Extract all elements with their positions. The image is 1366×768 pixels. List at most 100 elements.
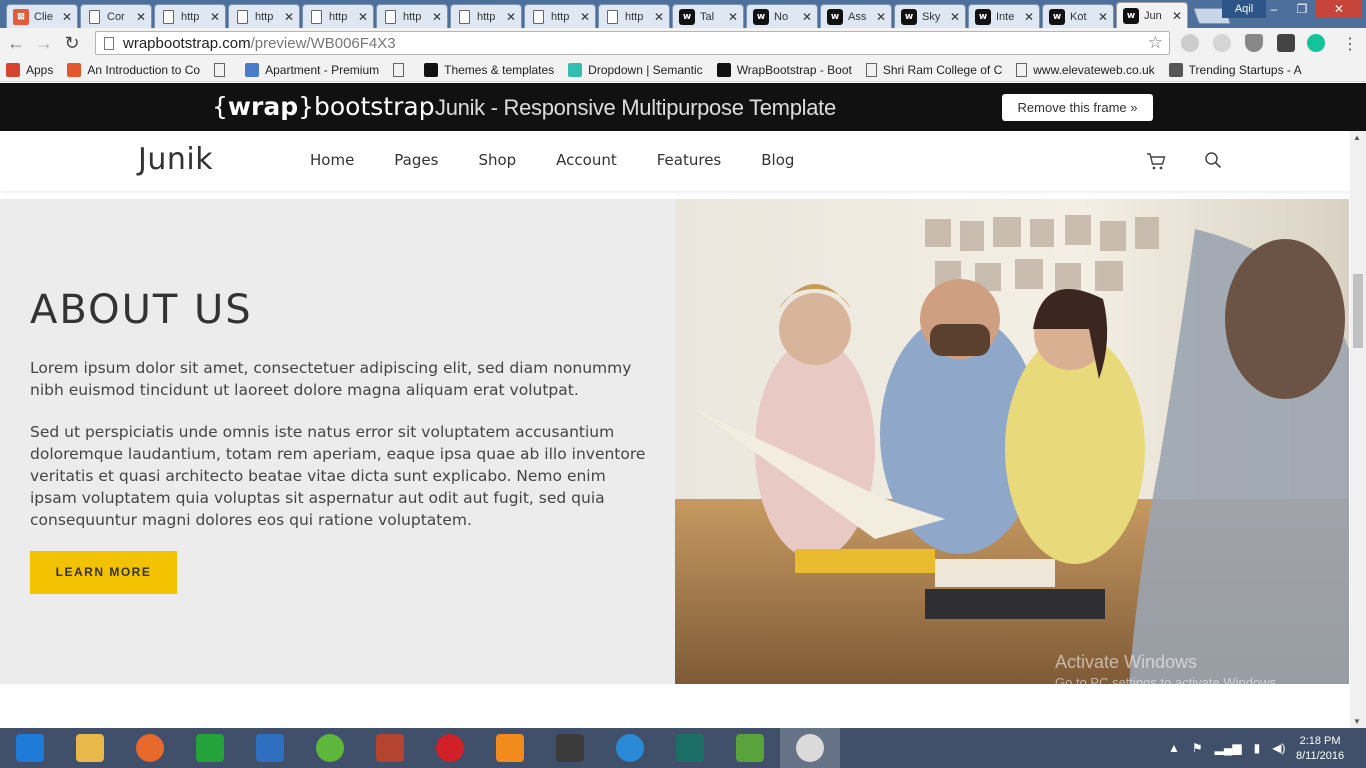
learn-more-button[interactable]: LEARN MORE [30, 551, 177, 594]
bookmark-item[interactable]: Trending Startups - A [1168, 62, 1302, 77]
bookmark-item[interactable]: Apartment - Premium [245, 62, 379, 77]
address-bar[interactable]: wrapbootstrap.com/preview/WB006F4X3 ☆ [95, 31, 1170, 55]
close-tab-icon[interactable]: ✕ [653, 10, 665, 24]
frog-app-icon[interactable] [300, 728, 360, 768]
close-tab-icon[interactable]: ✕ [431, 10, 443, 24]
browser-tab[interactable]: http ✕ [598, 4, 670, 28]
close-tab-icon[interactable]: ✕ [135, 10, 147, 24]
grammarly-icon[interactable] [1307, 34, 1325, 52]
file-explorer-icon[interactable] [60, 728, 120, 768]
firefox-icon[interactable] [120, 728, 180, 768]
search-icon[interactable] [1204, 151, 1222, 169]
opera-icon[interactable] [420, 728, 480, 768]
browser-tab[interactable]: http ✕ [228, 4, 300, 28]
nav-item-blog[interactable]: Blog [761, 151, 794, 169]
bookmark-item[interactable]: Apps [6, 62, 54, 77]
close-tab-icon[interactable]: ✕ [1023, 10, 1035, 24]
browser-tab[interactable]: http ✕ [376, 4, 448, 28]
close-tab-icon[interactable]: ✕ [505, 10, 517, 24]
battery-icon[interactable]: ▮ [1254, 741, 1261, 755]
browser-tab[interactable]: http ✕ [154, 4, 226, 28]
close-tab-icon[interactable]: ✕ [949, 10, 961, 24]
nav-item-account[interactable]: Account [556, 151, 617, 169]
store-icon[interactable] [180, 728, 240, 768]
browser-tab[interactable]: w Tal ✕ [672, 4, 744, 28]
menu-icon[interactable]: ⋮ [1342, 34, 1358, 54]
nav-item-pages[interactable]: Pages [394, 151, 438, 169]
restore-icon[interactable]: ❐ [1288, 0, 1316, 18]
scroll-down-icon[interactable]: ▼ [1353, 717, 1361, 726]
puzzle-icon[interactable] [1277, 34, 1295, 52]
signal-icon[interactable]: ▂▄▆ [1215, 741, 1242, 755]
clock[interactable]: 2:18 PM 8/11/2016 [1296, 734, 1344, 764]
flag-icon[interactable]: ⚑ [1192, 741, 1203, 755]
wrap-icon [424, 62, 439, 77]
close-tab-icon[interactable]: ✕ [801, 10, 813, 24]
close-tab-icon[interactable]: ✕ [1097, 10, 1109, 24]
browser-tab[interactable]: w No ✕ [746, 4, 818, 28]
bookmark-label: Shri Ram College of C [882, 62, 1003, 77]
bookmark-item[interactable] [214, 62, 231, 77]
extension-grey-icon[interactable] [1181, 34, 1199, 52]
sublime-icon[interactable] [540, 728, 600, 768]
email-icon[interactable] [240, 728, 300, 768]
close-tab-icon[interactable]: ✕ [875, 10, 887, 24]
cart-icon[interactable] [1146, 151, 1166, 171]
close-tab-icon[interactable]: ✕ [579, 10, 591, 24]
vlc-icon[interactable] [480, 728, 540, 768]
minimize-icon[interactable]: – [1260, 0, 1288, 18]
scroll-up-icon[interactable]: ▲ [1353, 133, 1361, 142]
bookmark-label: Apps [26, 62, 54, 77]
extension-grey-icon[interactable] [1213, 34, 1231, 52]
bookmark-label: An Introduction to Co [87, 62, 201, 77]
bookmark-star-icon[interactable]: ☆ [1148, 33, 1163, 53]
page-scrollbar[interactable]: ▲ ▼ [1350, 131, 1366, 728]
browser-tab[interactable]: http ✕ [524, 4, 596, 28]
shield-icon[interactable] [1245, 34, 1263, 52]
close-tab-icon[interactable]: ✕ [727, 10, 739, 24]
bookmark-item[interactable]: Dropdown | Semantic [568, 62, 703, 77]
forward-icon[interactable]: → [30, 33, 58, 54]
browser-tab[interactable]: w Jun ✕ [1116, 2, 1188, 28]
ie-icon[interactable] [600, 728, 660, 768]
chrome-icon[interactable] [780, 728, 840, 768]
browser-tab[interactable]: w Sky ✕ [894, 4, 966, 28]
browser-tab[interactable]: Cor ✕ [80, 4, 152, 28]
nav-item-features[interactable]: Features [657, 151, 722, 169]
close-tab-icon[interactable]: ✕ [283, 10, 295, 24]
bluestacks-icon[interactable] [720, 728, 780, 768]
wrapbootstrap-logo[interactable]: {wrap}bootstrap [212, 92, 435, 121]
browser-tab[interactable]: w Inte ✕ [968, 4, 1040, 28]
chevron-up-icon[interactable]: ▲ [1168, 741, 1180, 755]
browser-tab[interactable]: w Ass ✕ [820, 4, 892, 28]
bookmark-item[interactable]: Themes & templates [424, 62, 554, 77]
browser-tab[interactable]: http ✕ [450, 4, 522, 28]
scroll-thumb[interactable] [1353, 274, 1363, 348]
close-tab-icon[interactable]: ✕ [357, 10, 369, 24]
bookmark-item[interactable]: www.elevateweb.co.uk [1016, 62, 1155, 77]
bookmark-item[interactable] [393, 62, 410, 77]
browser-tab[interactable]: w Kot ✕ [1042, 4, 1114, 28]
bookmark-item[interactable]: WrapBootstrap - Boot [716, 62, 852, 77]
site-logo[interactable]: Junik [138, 142, 213, 177]
bookmark-label: WrapBootstrap - Boot [736, 62, 852, 77]
paint-icon[interactable] [360, 728, 420, 768]
browser-tab[interactable]: http ✕ [302, 4, 374, 28]
reload-icon[interactable]: ↻ [58, 33, 86, 54]
close-tab-icon[interactable]: ✕ [1171, 9, 1183, 23]
remove-frame-button[interactable]: Remove this frame » [1002, 94, 1153, 121]
nav-item-shop[interactable]: Shop [478, 151, 516, 169]
close-window-icon[interactable]: ✕ [1316, 0, 1362, 18]
page-icon [104, 36, 114, 50]
close-tab-icon[interactable]: ✕ [61, 10, 73, 24]
bookmark-item[interactable]: An Introduction to Co [67, 62, 201, 77]
windows-start-icon[interactable] [0, 728, 60, 768]
terminal-icon[interactable] [660, 728, 720, 768]
close-tab-icon[interactable]: ✕ [209, 10, 221, 24]
tab-title: http [403, 10, 422, 23]
browser-tab[interactable]: ⊠ Clie ✕ [6, 4, 78, 28]
volume-icon[interactable]: ◀) [1272, 741, 1285, 755]
nav-item-home[interactable]: Home [310, 151, 354, 169]
back-icon[interactable]: ← [2, 33, 30, 54]
bookmark-item[interactable]: Shri Ram College of C [865, 62, 1003, 77]
